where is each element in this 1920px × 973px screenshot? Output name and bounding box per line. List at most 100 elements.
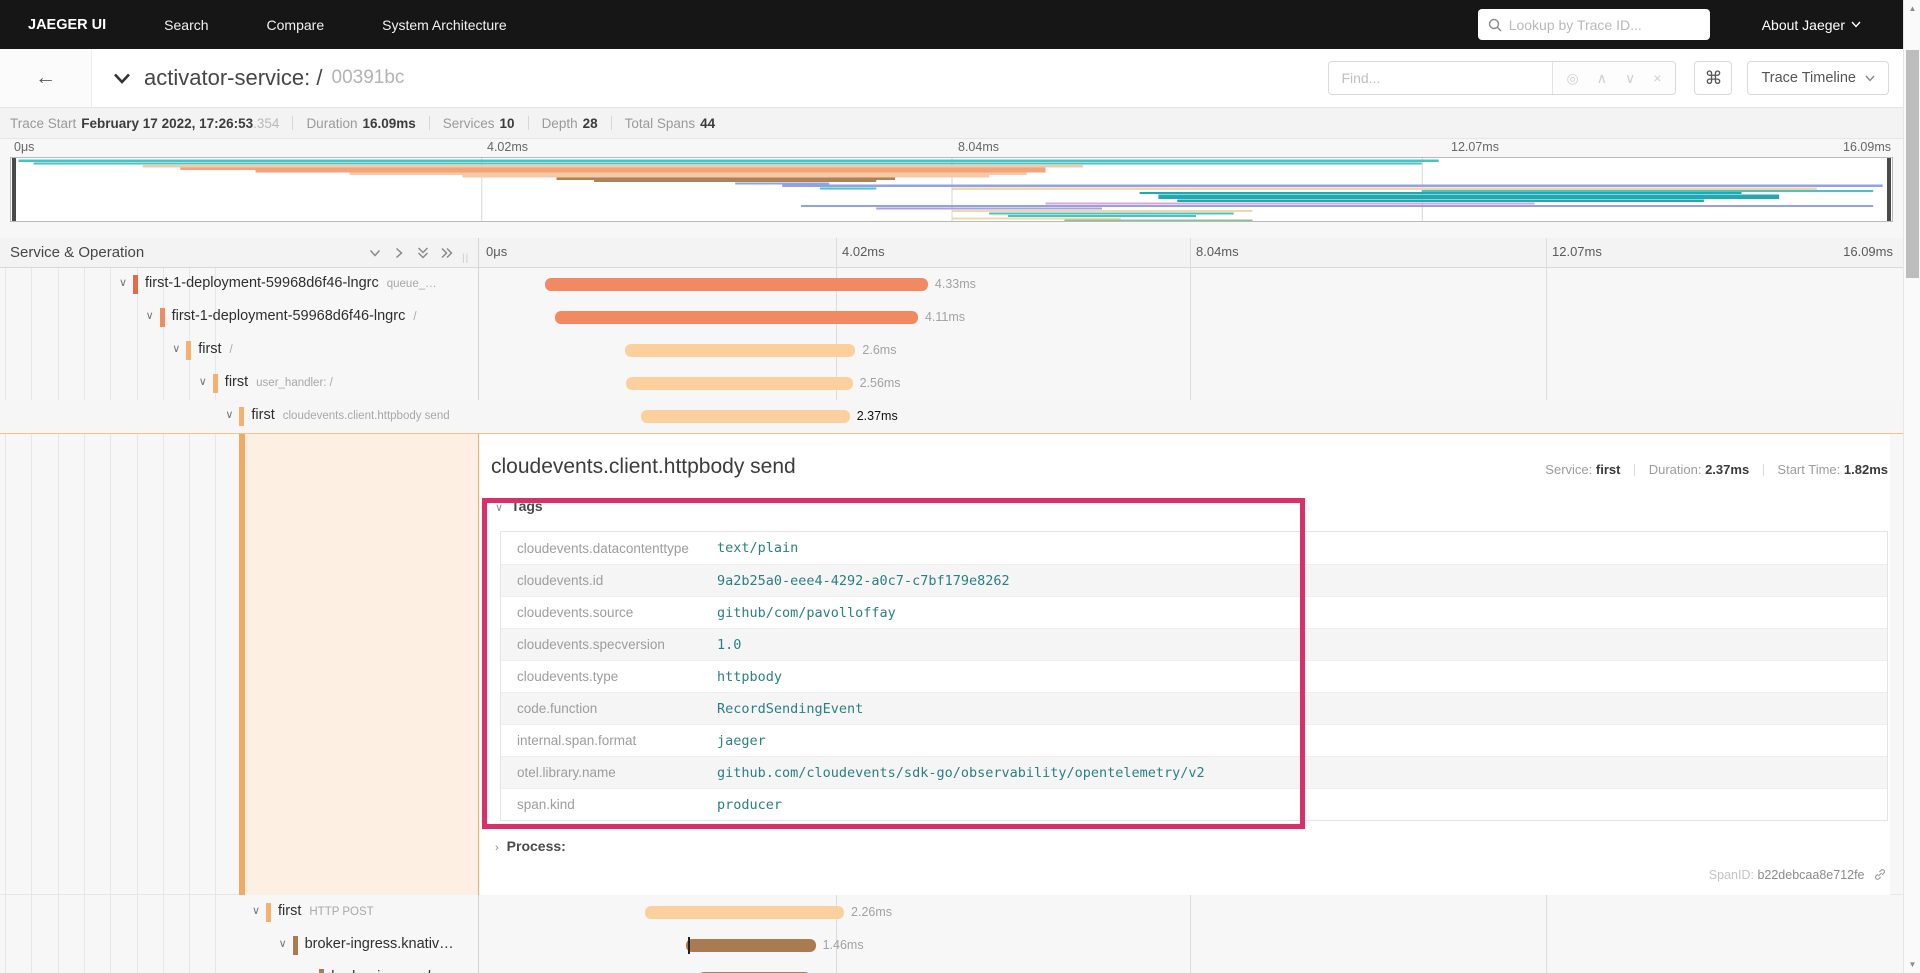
tag-key: span.kind	[517, 797, 575, 812]
tag-value: jaeger	[717, 732, 766, 749]
chevron-down-icon[interactable]: ∨	[252, 904, 260, 917]
tag-value: RecordSendingEvent	[717, 700, 864, 717]
chevron-down-icon[interactable]: ∨	[172, 342, 180, 355]
depth-label: Depth	[541, 115, 578, 131]
service-name: first user_handler: /	[224, 374, 333, 390]
span-bar[interactable]	[686, 939, 816, 952]
minimap-right-handle[interactable]	[1887, 158, 1891, 221]
service-color-chip	[159, 308, 165, 327]
operation-name: cloudevents.client.httpbody send	[282, 410, 450, 422]
tags-section-toggle[interactable]: ∨ Tags	[495, 498, 543, 514]
span-row[interactable]: ∨ first user_handler: / 2.56ms	[0, 367, 1903, 400]
minimap-span-strip	[180, 167, 1046, 170]
span-detail-panel: cloudevents.client.httpbody send Service…	[480, 434, 1890, 895]
collapse-one-icon[interactable]	[368, 246, 382, 260]
tag-row[interactable]: cloudevents.id 9a2b25a0-eee4-4292-a0c7-c7…	[501, 564, 1887, 596]
collapse-all-icon[interactable]	[416, 246, 430, 260]
expand-one-icon[interactable]	[392, 246, 406, 260]
span-duration-label: 2.6ms	[862, 343, 897, 357]
chevron-down-icon[interactable]: ∨	[279, 937, 287, 950]
process-section-label: Process:	[506, 838, 566, 854]
collapse-trace-chevron-icon[interactable]	[114, 73, 130, 84]
minimap-tick: 16.09ms	[1843, 140, 1891, 154]
trace-minimap[interactable]	[10, 157, 1893, 222]
service-name: broker-ingress.knativ…	[304, 936, 454, 952]
service-color-chip	[212, 374, 218, 393]
span-row[interactable]: ∨ first cloudevents.client.httpbody send 2.…	[0, 400, 1903, 433]
minimap-span-strip	[255, 170, 1046, 173]
span-row[interactable]: ∨ first-1-deployment-59968d6f46-lngrc/4.1…	[0, 301, 1903, 334]
about-jaeger-menu[interactable]: About Jaeger	[1762, 17, 1861, 33]
trace-lookup-placeholder: Lookup by Trace ID...	[1508, 16, 1642, 33]
operation-name: queue_…	[386, 278, 437, 290]
span-bar[interactable]	[545, 278, 928, 291]
minimap-tick-labels: 0μs 4.02ms 8.04ms 12.07ms 16.09ms	[0, 139, 1903, 157]
span-row[interactable]: ∨ first HTTP POST 2.26ms	[0, 896, 1903, 929]
expand-all-icon[interactable]	[440, 246, 454, 260]
tag-row[interactable]: span.kind producer	[501, 788, 1887, 820]
span-row[interactable]: ∨ first-1-deployment-59968d6f46-lngrc queu…	[0, 268, 1903, 301]
tag-row[interactable]: cloudevents.specversion 1.0	[501, 628, 1887, 660]
span-bar[interactable]	[644, 906, 845, 919]
minimap-left-handle[interactable]	[12, 158, 16, 221]
back-button[interactable]: ←	[0, 49, 92, 107]
timeline-section-header: Service & Operation || 0μs 4.02ms 8.04ms…	[0, 238, 1903, 268]
tag-value: github/com/pavolloffay	[717, 604, 896, 621]
clear-find-icon[interactable]: ×	[1653, 70, 1661, 86]
trace-lookup-input[interactable]: Lookup by Trace ID...	[1477, 9, 1710, 40]
services-value: 10	[499, 115, 515, 131]
next-match-icon[interactable]: ∨	[1625, 70, 1635, 87]
scrollbar-thumb[interactable]	[1906, 50, 1919, 278]
tag-row[interactable]: cloudevents.type httpbody	[501, 660, 1887, 692]
timeline-tick: 8.04ms	[1196, 244, 1239, 259]
vertical-scrollbar[interactable]: ▲ ▼	[1903, 0, 1920, 973]
minimap-span-strip	[1045, 202, 1535, 205]
focus-match-icon[interactable]: ◎	[1567, 70, 1579, 87]
search-icon	[1488, 18, 1502, 31]
find-input[interactable]	[1329, 62, 1552, 94]
keyboard-shortcuts-button[interactable]: ⌘	[1694, 61, 1733, 95]
nav-item-search[interactable]: Search	[164, 17, 208, 33]
chevron-down-icon[interactable]: ∨	[199, 375, 207, 388]
nav-item-system-architecture[interactable]: System Architecture	[382, 17, 507, 33]
service-name: first /	[198, 341, 233, 357]
span-duration-label: 2.37ms	[856, 409, 898, 423]
tag-row[interactable]: otel.library.name github.com/cloudevents/…	[501, 756, 1887, 788]
tag-row[interactable]: code.function RecordSendingEvent	[501, 692, 1887, 724]
nav-item-compare[interactable]: Compare	[267, 17, 325, 33]
scroll-down-arrow[interactable]: ▼	[1904, 960, 1920, 969]
scroll-up-arrow[interactable]: ▲	[1904, 4, 1920, 13]
minimap-tick: 0μs	[14, 140, 35, 154]
tag-value: httpbody	[717, 668, 783, 685]
minimap-span-strip	[18, 159, 1439, 162]
column-resizer-handle[interactable]: ||	[462, 253, 469, 264]
service-name: first cloudevents.client.httpbody send	[251, 407, 450, 423]
span-bar[interactable]	[640, 410, 850, 423]
minimap-span-strip	[819, 187, 877, 190]
tag-key: code.function	[517, 701, 598, 716]
tag-row[interactable]: cloudevents.source github/com/pavolloffay	[501, 596, 1887, 628]
tag-row[interactable]: internal.span.format jaeger	[501, 724, 1887, 756]
span-bar[interactable]	[626, 377, 853, 390]
span-row[interactable]: ∨ broker-ingress.knativ… 1.46ms	[0, 929, 1903, 962]
process-section-toggle[interactable]: › Process:	[495, 838, 566, 854]
span-bar[interactable]	[625, 344, 856, 357]
span-row[interactable]: ∨ first/2.6ms	[0, 334, 1903, 367]
tag-row[interactable]: cloudevents.datacontenttype text/plain	[501, 532, 1887, 564]
span-row[interactable]: ∨broker-ingress.kn…1.28ms	[0, 962, 1903, 973]
minimap-span-strip	[556, 177, 896, 180]
chevron-down-icon	[1865, 75, 1875, 82]
chevron-down-icon[interactable]: ∨	[225, 408, 233, 421]
trace-view-select[interactable]: Trace Timeline	[1747, 61, 1889, 95]
service-color-chip	[319, 969, 325, 973]
chevron-down-icon[interactable]: ∨	[119, 276, 127, 289]
minimap-span-strip	[1007, 215, 1197, 217]
span-bar[interactable]	[555, 311, 918, 324]
prev-match-icon[interactable]: ∧	[1597, 70, 1607, 87]
chevron-down-icon: ∨	[495, 502, 504, 514]
chevron-down-icon[interactable]: ∨	[146, 309, 154, 322]
nav-brand[interactable]: JAEGER UI	[28, 17, 106, 33]
span-id-label: SpanID:	[1708, 868, 1754, 882]
service-color-chip	[292, 936, 298, 955]
copy-link-icon[interactable]	[1873, 868, 1887, 881]
